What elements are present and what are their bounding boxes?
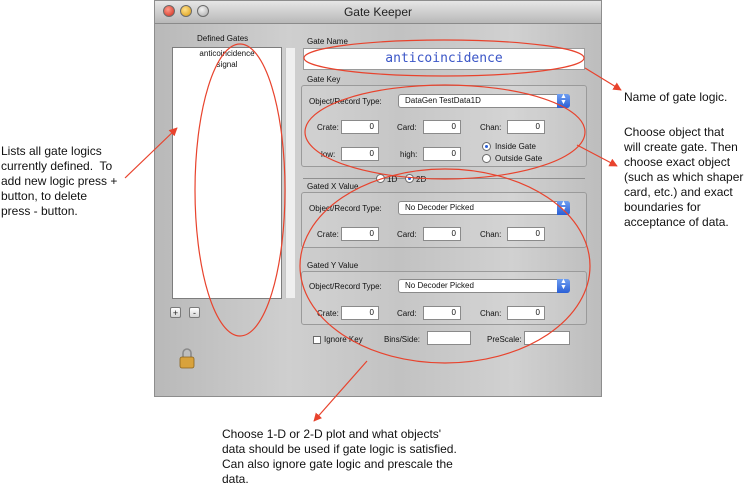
list-arrow bbox=[124, 127, 178, 179]
object-highlight-ellipse bbox=[304, 84, 586, 180]
annotation-plot: Choose 1-D or 2-D plot and what objects'… bbox=[222, 427, 457, 486]
name-highlight-ellipse bbox=[303, 39, 585, 77]
plot-arrow bbox=[313, 360, 368, 422]
name-arrow bbox=[584, 67, 622, 91]
list-highlight-ellipse bbox=[194, 43, 286, 337]
plot-highlight-ellipse bbox=[299, 168, 591, 364]
object-arrow bbox=[576, 144, 618, 167]
annotation-object: Choose object that will create gate. The… bbox=[624, 125, 744, 229]
annotation-list: Lists all gate logics currently defined.… bbox=[1, 144, 118, 218]
annotation-overlay bbox=[124, 39, 622, 422]
annotation-name: Name of gate logic. bbox=[624, 90, 728, 104]
